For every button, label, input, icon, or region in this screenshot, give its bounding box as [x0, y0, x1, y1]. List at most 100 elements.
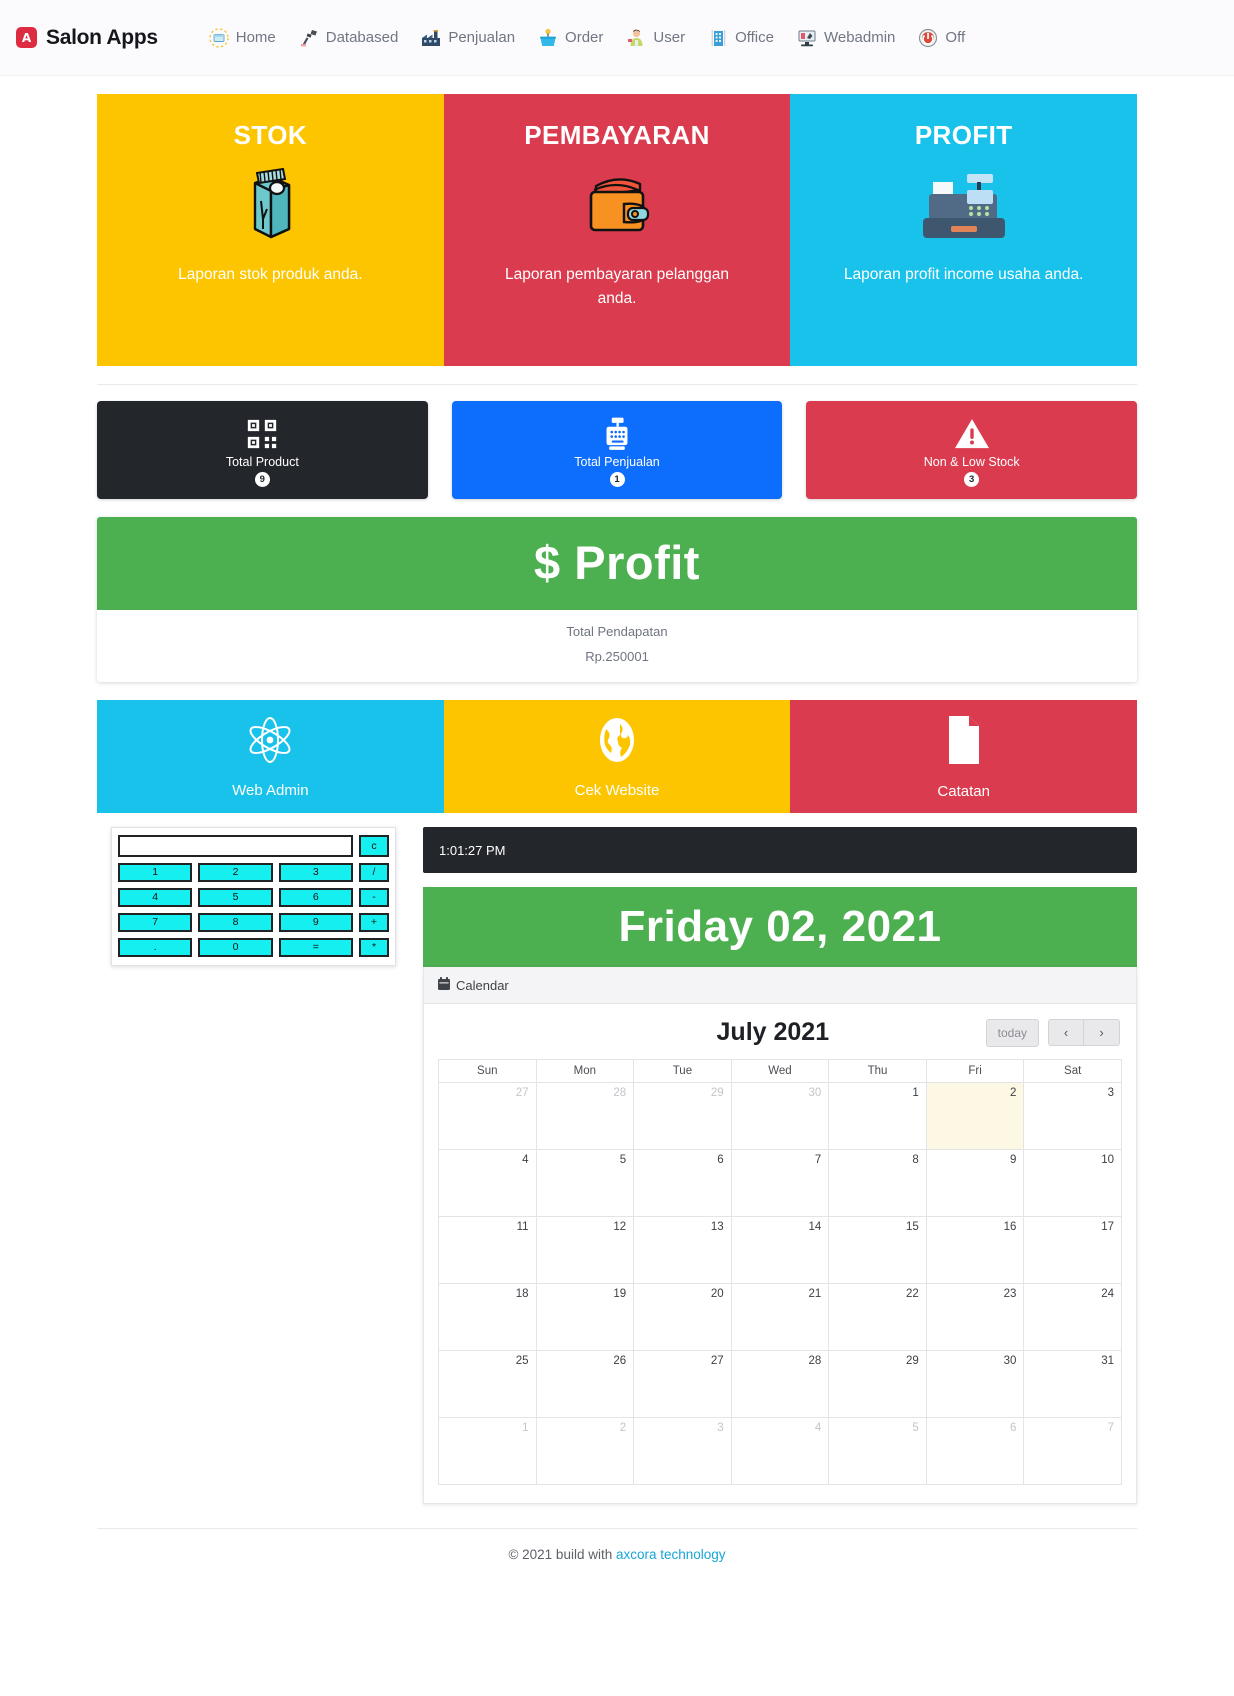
- page-footer: © 2021 build with axcora technology: [0, 1529, 1234, 1568]
- date-banner-text: Friday 02, 2021: [618, 902, 942, 951]
- calculator-key-plus[interactable]: +: [358, 913, 389, 932]
- calculator-key-9[interactable]: 9: [278, 913, 353, 932]
- calculator-key-7[interactable]: 7: [118, 913, 193, 932]
- calendar-day-cell[interactable]: 5: [535, 1149, 635, 1217]
- calculator-display-input[interactable]: [118, 835, 353, 857]
- stat-card-total-penjualan[interactable]: Total Penjualan 1: [451, 401, 783, 499]
- calendar-day-cell[interactable]: 3: [633, 1417, 732, 1485]
- calendar-day-cell[interactable]: 9: [925, 1149, 1025, 1217]
- calendar-day-cell[interactable]: 21: [730, 1283, 830, 1351]
- nav-item-home-label: Home: [235, 29, 276, 46]
- calendar-day-cell[interactable]: 2: [925, 1082, 1025, 1150]
- nav-item-webadmin-label: Webadmin: [823, 29, 896, 46]
- hero-card-pembayaran[interactable]: PEMBAYARAN Laporan pembayaran pelanggan …: [443, 94, 791, 366]
- calendar-day-cell[interactable]: 28: [730, 1350, 830, 1418]
- calendar-day-cell[interactable]: 29: [828, 1350, 927, 1418]
- calendar-day-cell[interactable]: 3: [1023, 1082, 1122, 1150]
- calendar-day-cell[interactable]: 4: [438, 1149, 537, 1217]
- calendar-day-cell[interactable]: 23: [925, 1283, 1025, 1351]
- calculator-key-divide[interactable]: /: [358, 863, 389, 882]
- calendar-weekday-sat: Sat: [1023, 1059, 1122, 1083]
- action-card-web-admin-label: Web Admin: [232, 781, 309, 799]
- calendar-day-cell[interactable]: 18: [438, 1283, 537, 1351]
- calculator-key-6[interactable]: 6: [278, 888, 353, 907]
- calculator-clear-button[interactable]: c: [359, 835, 389, 857]
- calendar-day-cell[interactable]: 30: [730, 1082, 830, 1150]
- calendar-toolbar: July 2021 today ‹ ›: [438, 1018, 1122, 1047]
- calendar-prev-button[interactable]: ‹: [1048, 1019, 1084, 1046]
- calendar-day-cell[interactable]: 19: [535, 1283, 635, 1351]
- calendar-body: July 2021 today ‹ › Sun Mon Tue Wed Thu …: [424, 1004, 1136, 1503]
- calculator-key-4[interactable]: 4: [118, 888, 193, 907]
- calendar-day-cell[interactable]: 7: [1023, 1417, 1122, 1485]
- calculator-key-1[interactable]: 1: [118, 863, 193, 882]
- action-card-catatan[interactable]: Catatan: [790, 700, 1138, 813]
- nav-item-webadmin[interactable]: Webadmin: [796, 27, 895, 49]
- stat-card-total-product[interactable]: Total Product 9: [97, 401, 428, 499]
- calculator-key-3[interactable]: 3: [278, 863, 353, 882]
- nav-item-office[interactable]: Office: [707, 27, 774, 49]
- calendar-day-cell[interactable]: 11: [438, 1216, 537, 1284]
- nav-item-home[interactable]: Home: [208, 27, 276, 49]
- stat-card-non-low-stock[interactable]: Non & Low Stock 3: [806, 401, 1138, 499]
- calendar-day-cell[interactable]: 16: [925, 1216, 1025, 1284]
- calendar-day-cell[interactable]: 2: [535, 1417, 635, 1485]
- calculator-key-0[interactable]: 0: [198, 938, 273, 957]
- page-container: STOK Laporan stok produk anda. PEMBAYARA…: [97, 94, 1138, 1504]
- home-icon: [208, 27, 230, 49]
- hero-card-profit[interactable]: PROFIT Laporan profit income usaha anda.: [790, 94, 1138, 366]
- calendar-day-cell[interactable]: 1: [438, 1417, 537, 1485]
- calculator-key-8[interactable]: 8: [198, 913, 273, 932]
- action-card-cek-website[interactable]: Cek Website: [443, 700, 791, 813]
- calendar-day-cell[interactable]: 30: [925, 1350, 1025, 1418]
- calculator-key-2[interactable]: 2: [198, 863, 273, 882]
- calculator-key-equals[interactable]: =: [278, 938, 353, 957]
- calculator-key-dot[interactable]: .: [118, 938, 193, 957]
- calendar-day-cell[interactable]: 25: [438, 1350, 537, 1418]
- calendar-day-cell[interactable]: 28: [535, 1082, 635, 1150]
- calendar-day-cell[interactable]: 6: [633, 1149, 732, 1217]
- nav-item-off[interactable]: Off: [917, 27, 965, 49]
- power-off-icon: [917, 27, 939, 49]
- calendar-day-cell[interactable]: 5: [828, 1417, 927, 1485]
- calendar-day-cell[interactable]: 8: [828, 1149, 927, 1217]
- profit-panel: $ Profit Total Pendapatan Rp.250001: [97, 517, 1137, 682]
- calendar-day-cell[interactable]: 17: [1023, 1216, 1122, 1284]
- calendar-today-button[interactable]: today: [985, 1018, 1039, 1047]
- calendar-day-cell[interactable]: 24: [1023, 1283, 1122, 1351]
- calendar-day-cell[interactable]: 6: [925, 1417, 1025, 1485]
- calendar-day-cell[interactable]: 27: [438, 1082, 537, 1150]
- calendar-column: 1:01:27 PM Friday 02, 2021 Calendar July…: [423, 827, 1137, 1504]
- calendar-day-cell[interactable]: 13: [633, 1216, 732, 1284]
- calendar-day-cell[interactable]: 1: [828, 1082, 927, 1150]
- brand[interactable]: A Salon Apps: [16, 26, 158, 50]
- calendar-card-header-label: Calendar: [456, 977, 509, 993]
- calendar-next-button[interactable]: ›: [1084, 1019, 1120, 1046]
- calculator-keypad-row-4: . 0 = *: [118, 938, 389, 957]
- calendar-day-cell[interactable]: 10: [1023, 1149, 1122, 1217]
- calendar-day-cell[interactable]: 15: [828, 1216, 927, 1284]
- calendar-day-cell[interactable]: 12: [535, 1216, 635, 1284]
- calendar-day-cell[interactable]: 31: [1023, 1350, 1122, 1418]
- user-icon: [625, 27, 647, 49]
- calendar-day-cell[interactable]: 26: [535, 1350, 635, 1418]
- calendar-day-cell[interactable]: 27: [633, 1350, 732, 1418]
- calendar-day-cell[interactable]: 14: [730, 1216, 830, 1284]
- action-card-web-admin[interactable]: Web Admin: [97, 700, 444, 813]
- hero-card-stok[interactable]: STOK Laporan stok produk anda.: [97, 94, 444, 366]
- calculator-key-5[interactable]: 5: [198, 888, 273, 907]
- calendar-day-cell[interactable]: 7: [730, 1149, 830, 1217]
- calendar-day-cell[interactable]: 29: [633, 1082, 732, 1150]
- nav-item-databased[interactable]: Databased: [298, 27, 398, 49]
- calendar-day-cell[interactable]: 20: [633, 1283, 732, 1351]
- footer-link[interactable]: axcora technology: [616, 1547, 726, 1562]
- nav-item-order[interactable]: Order: [537, 27, 603, 49]
- stat-card-row: Total Product 9 Total Penjualan 1 Non & …: [97, 401, 1138, 499]
- calendar-day-cell[interactable]: 22: [828, 1283, 927, 1351]
- calculator-key-minus[interactable]: -: [358, 888, 389, 907]
- nav-item-user[interactable]: User: [625, 27, 685, 49]
- footer-text: © 2021 build with: [508, 1547, 616, 1562]
- calculator-key-multiply[interactable]: *: [358, 938, 389, 957]
- calendar-day-cell[interactable]: 4: [730, 1417, 830, 1485]
- nav-item-penjualan[interactable]: Penjualan: [420, 27, 515, 49]
